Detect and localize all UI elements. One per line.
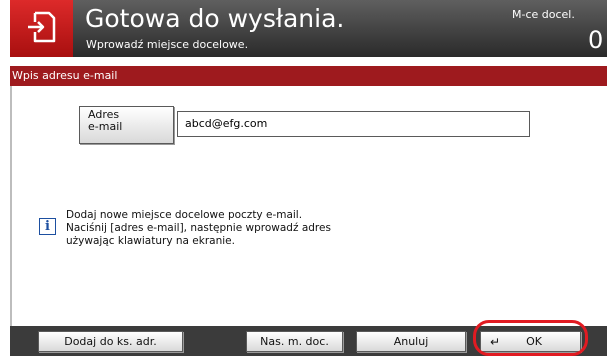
send-document-icon <box>10 0 73 57</box>
destination-count-label: M-ce docel. <box>512 8 575 21</box>
info-message: Dodaj nowe miejsce docelowe poczty e-mai… <box>66 209 366 248</box>
info-icon: i <box>39 218 56 235</box>
destination-count: 0 <box>588 26 604 54</box>
page-title: Gotowa do wysłania. <box>85 4 345 33</box>
info-line: Dodaj nowe miejsce docelowe poczty e-mai… <box>66 209 303 221</box>
status-header: Gotowa do wysłania. Wprowadź miejsce doc… <box>10 0 607 57</box>
page-subtitle: Wprowadź miejsce docelowe. <box>86 38 249 51</box>
email-entry-panel: Adres e-mail abcd@efg.com i Dodaj nowe m… <box>10 86 607 326</box>
add-to-address-book-button[interactable]: Dodaj do ks. adr. <box>38 331 183 352</box>
email-address-button-label-line2: e-mail <box>88 120 123 133</box>
cancel-button[interactable]: Anuluj <box>356 331 466 352</box>
email-address-field[interactable]: abcd@efg.com <box>177 111 530 137</box>
panel-title: Wpis adresu e-mail <box>10 66 607 86</box>
email-address-button[interactable]: Adres e-mail <box>79 106 174 144</box>
ok-highlight-circle <box>473 320 588 356</box>
next-destination-button[interactable]: Nas. m. doc. <box>246 331 343 352</box>
info-line: używając klawiatury na ekranie. <box>66 235 235 247</box>
info-line: Naciśnij [adres e-mail], następnie wprow… <box>66 222 331 234</box>
